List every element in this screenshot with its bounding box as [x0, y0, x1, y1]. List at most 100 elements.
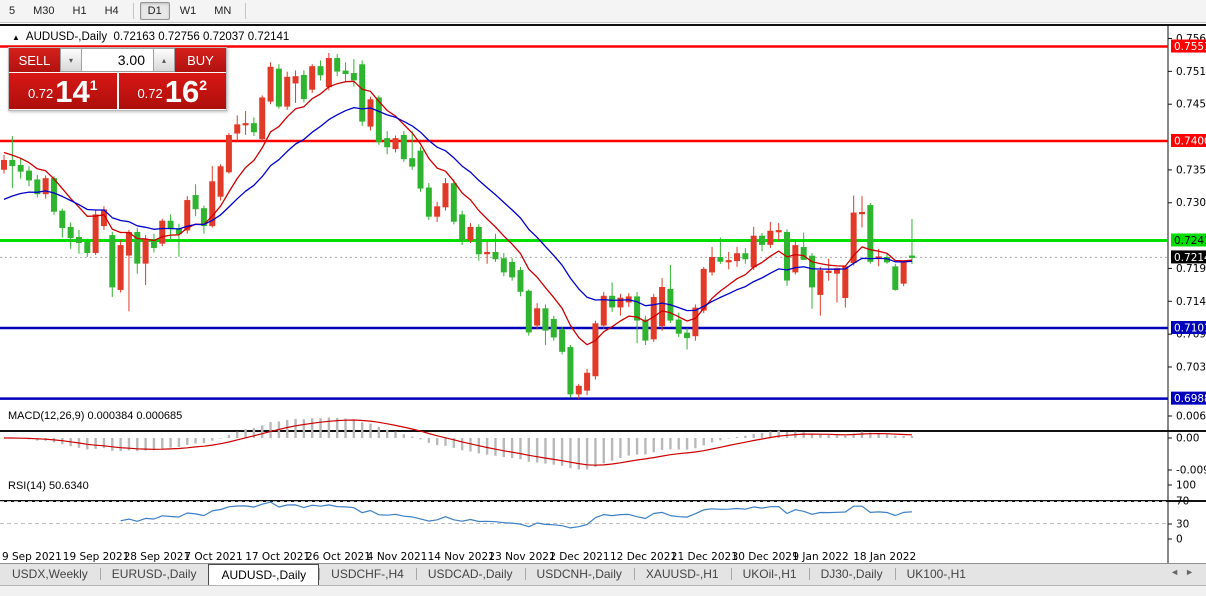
panel-separator [0, 430, 1206, 432]
ma-slow-line [4, 108, 912, 311]
date-axis-label: 9 Sep 2021 [2, 551, 62, 563]
candle-body [585, 373, 590, 390]
candle-body [710, 257, 715, 271]
chart-tab-eurusd-daily[interactable]: EURUSD-,Daily [100, 564, 209, 585]
candle-body [526, 291, 531, 332]
date-axis-label: 21 Dec 2021 [671, 551, 738, 563]
candle-body [343, 71, 348, 74]
candle-body [376, 98, 381, 142]
macd-histogram-bar [536, 438, 538, 462]
candle-body [168, 221, 173, 229]
macd-histogram-bar [361, 422, 363, 438]
candle-body [118, 246, 123, 290]
timeframe-button-mn[interactable]: MN [206, 2, 239, 20]
level-label: 0.75512 [1174, 41, 1206, 53]
sell-price-tile[interactable]: 0.72 14 1 [9, 73, 117, 109]
macd-histogram-bar [94, 438, 96, 449]
tab-scroll-left-icon[interactable]: ◄ [1170, 567, 1185, 577]
macd-histogram-bar [436, 438, 438, 445]
candle-body [18, 166, 23, 172]
rsi-axis-label: 30 [1176, 519, 1189, 531]
date-axis-label: 19 Sep 2021 [63, 551, 130, 563]
timeframe-button-w1[interactable]: W1 [172, 2, 205, 20]
candle-body [685, 333, 690, 337]
level-label: 0.72412 [1174, 235, 1206, 247]
candle-body [226, 135, 231, 171]
timeframe-button-h4[interactable]: H4 [97, 2, 127, 20]
macd-histogram-bar [628, 438, 630, 456]
macd-histogram-bar [553, 438, 555, 465]
candle-body [901, 262, 906, 283]
chart-tab-xauusd-h1[interactable]: XAUUSD-,H1 [634, 564, 731, 585]
macd-histogram-bar [286, 420, 288, 438]
candle-body [401, 135, 406, 158]
sell-price-base: 0.72 [28, 81, 53, 107]
tab-scroll-right-icon[interactable]: ► [1185, 567, 1200, 577]
candle-body [535, 309, 540, 325]
candle-body [610, 296, 615, 307]
candle-body [10, 161, 15, 166]
candle-body [476, 227, 481, 253]
buy-price-tile[interactable]: 0.72 16 2 [119, 73, 227, 109]
chart-tab-usdcad-daily[interactable]: USDCAD-,Daily [416, 564, 525, 585]
chart-tab-uk100-h1[interactable]: UK100-,H1 [895, 564, 978, 585]
candle-body [643, 320, 648, 340]
chart-tab-usdcnh-daily[interactable]: USDCNH-,Daily [525, 564, 634, 585]
macd-histogram-bar [894, 436, 896, 438]
level-label: 0.69884 [1174, 393, 1206, 405]
chart-tab-bar: USDX,WeeklyEURUSD-,DailyAUDUSD-,DailyUSD… [0, 563, 1206, 585]
candle-body [235, 125, 240, 133]
price-axis-label: 0.75115 [1176, 66, 1206, 78]
macd-histogram-bar [119, 438, 121, 451]
macd-histogram-bar [303, 419, 305, 438]
price-axis-label: 0.70390 [1176, 361, 1206, 373]
macd-histogram-bar [394, 432, 396, 438]
macd-histogram-bar [344, 418, 346, 438]
macd-histogram-bar [728, 438, 730, 439]
macd-histogram-bar [744, 436, 746, 438]
candle-body [393, 139, 398, 149]
macd-histogram-bar [544, 438, 546, 464]
macd-histogram-bar [753, 434, 755, 438]
chart-tab-usdchf-h4[interactable]: USDCHF-,H4 [319, 564, 416, 585]
timeframe-button-d1[interactable]: D1 [140, 2, 170, 20]
macd-histogram-bar [153, 438, 155, 450]
candle-body [776, 231, 781, 232]
collapse-panel-icon[interactable]: ▲ [12, 33, 20, 42]
chart-tab-audusd-daily[interactable]: AUDUSD-,Daily [208, 564, 319, 585]
tab-scroll-arrows[interactable]: ◄► [1170, 567, 1200, 577]
macd-histogram-bar [761, 433, 763, 438]
timeframe-button-m30[interactable]: M30 [25, 2, 62, 20]
candle-body [143, 240, 148, 263]
chart-tab-usdx-weekly[interactable]: USDX,Weekly [0, 564, 100, 585]
timeframe-button-5[interactable]: 5 [1, 2, 23, 20]
candle-body [468, 227, 473, 240]
chart-tab-dj30-daily[interactable]: DJ30-,Daily [809, 564, 895, 585]
macd-histogram-bar [611, 438, 613, 461]
macd-histogram-bar [161, 438, 163, 449]
sell-price-big: 14 [55, 77, 89, 107]
sell-button[interactable]: SELL [9, 48, 60, 72]
candle-body [868, 206, 873, 262]
macd-histogram-bar [694, 438, 696, 448]
chart-symbol-label: AUDUSD-,Daily [26, 31, 107, 43]
volume-increase-button[interactable]: ▴ [153, 48, 175, 72]
macd-histogram-bar [686, 438, 688, 450]
chart-window[interactable]: ▲AUDUSD-,Daily 0.72163 0.72756 0.72037 0… [0, 24, 1206, 565]
macd-histogram-bar [494, 438, 496, 456]
candle-body [560, 330, 565, 351]
macd-histogram-bar [103, 438, 105, 448]
macd-histogram-bar [469, 438, 471, 451]
macd-histogram-bar [461, 438, 463, 450]
candle-body [743, 254, 748, 259]
candle-body [268, 67, 273, 101]
candle-body [510, 262, 515, 276]
candle-body [426, 188, 431, 216]
macd-histogram-bar [228, 435, 230, 438]
one-click-trading-panel: SELL ▾ 3.00 ▴ BUY 0.72 14 1 0.72 16 2 [8, 47, 227, 111]
macd-histogram-bar [319, 418, 321, 438]
volume-decrease-button[interactable]: ▾ [60, 48, 82, 72]
chart-tab-ukoil-h1[interactable]: UKOil-,H1 [731, 564, 809, 585]
timeframe-button-h1[interactable]: H1 [65, 2, 95, 20]
macd-histogram-bar [569, 438, 571, 468]
